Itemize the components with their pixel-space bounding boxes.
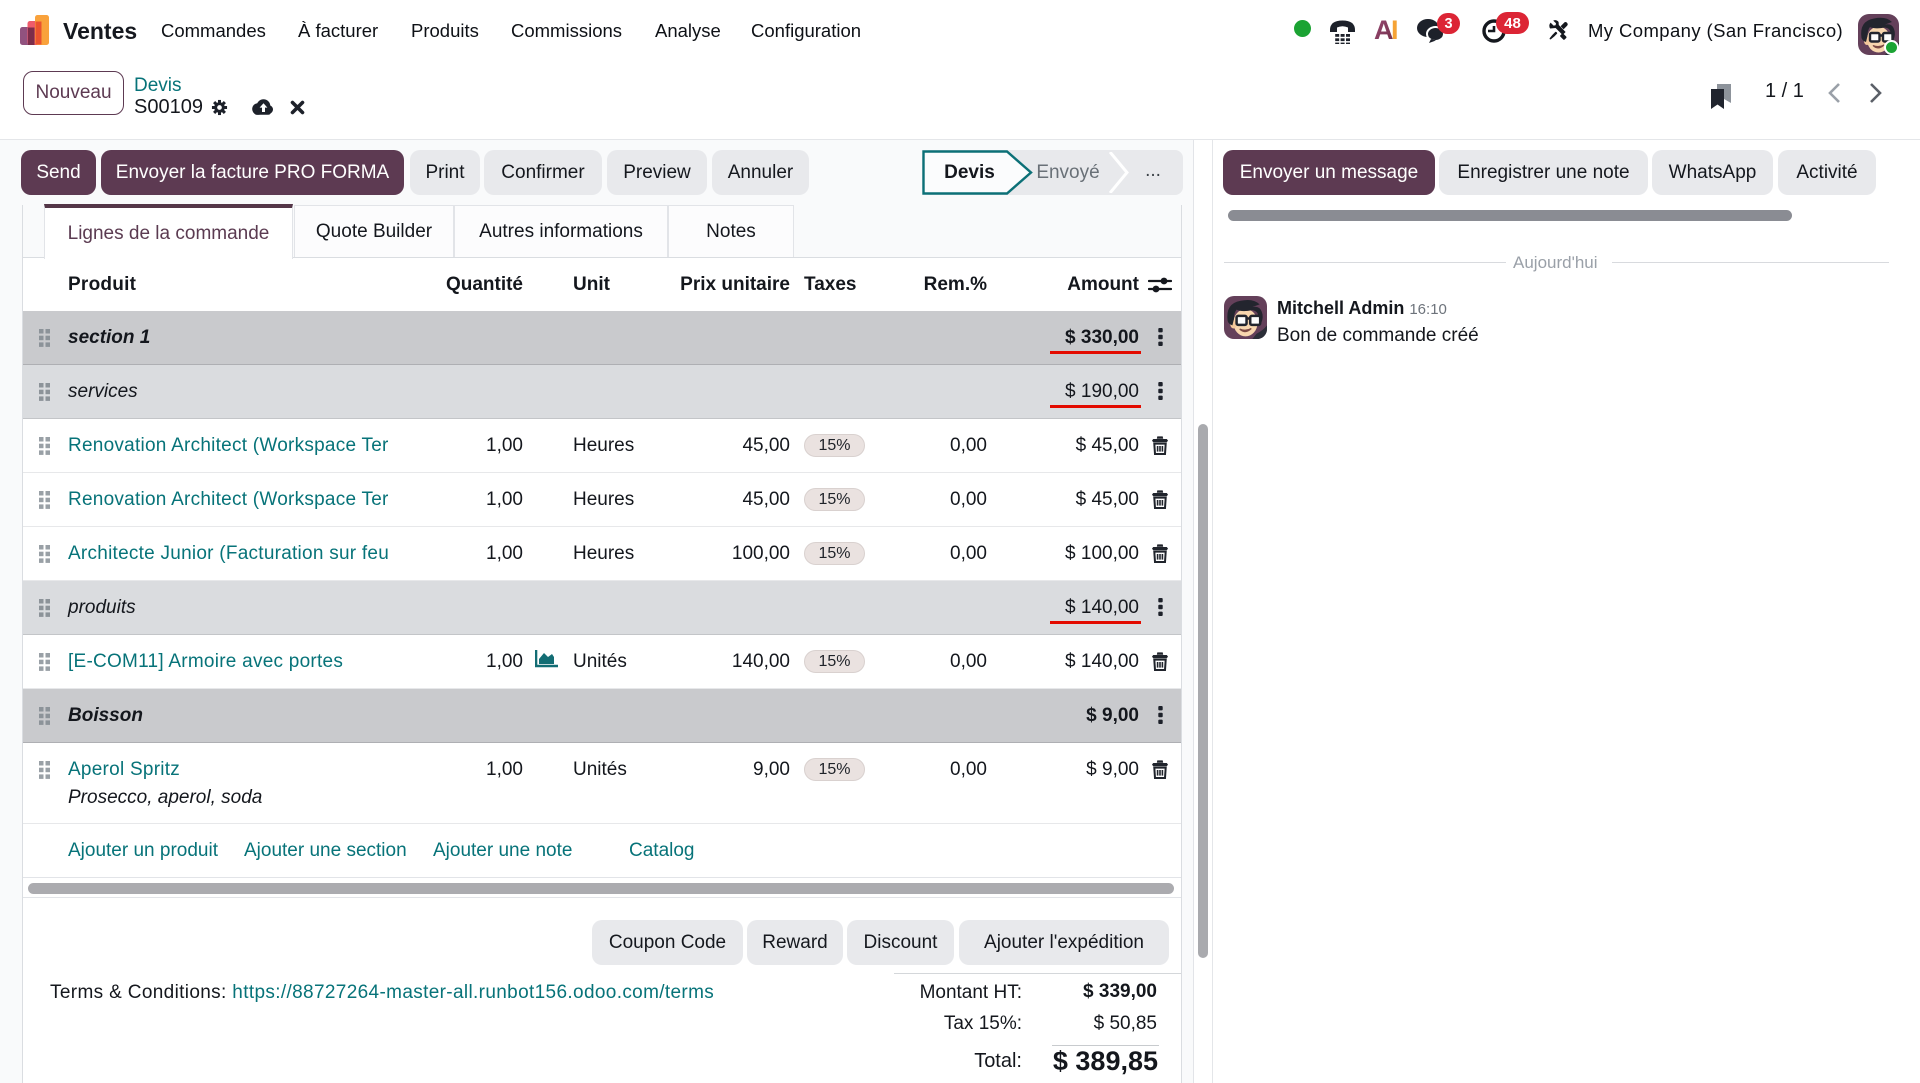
svg-text:I: I <box>1391 16 1399 44</box>
